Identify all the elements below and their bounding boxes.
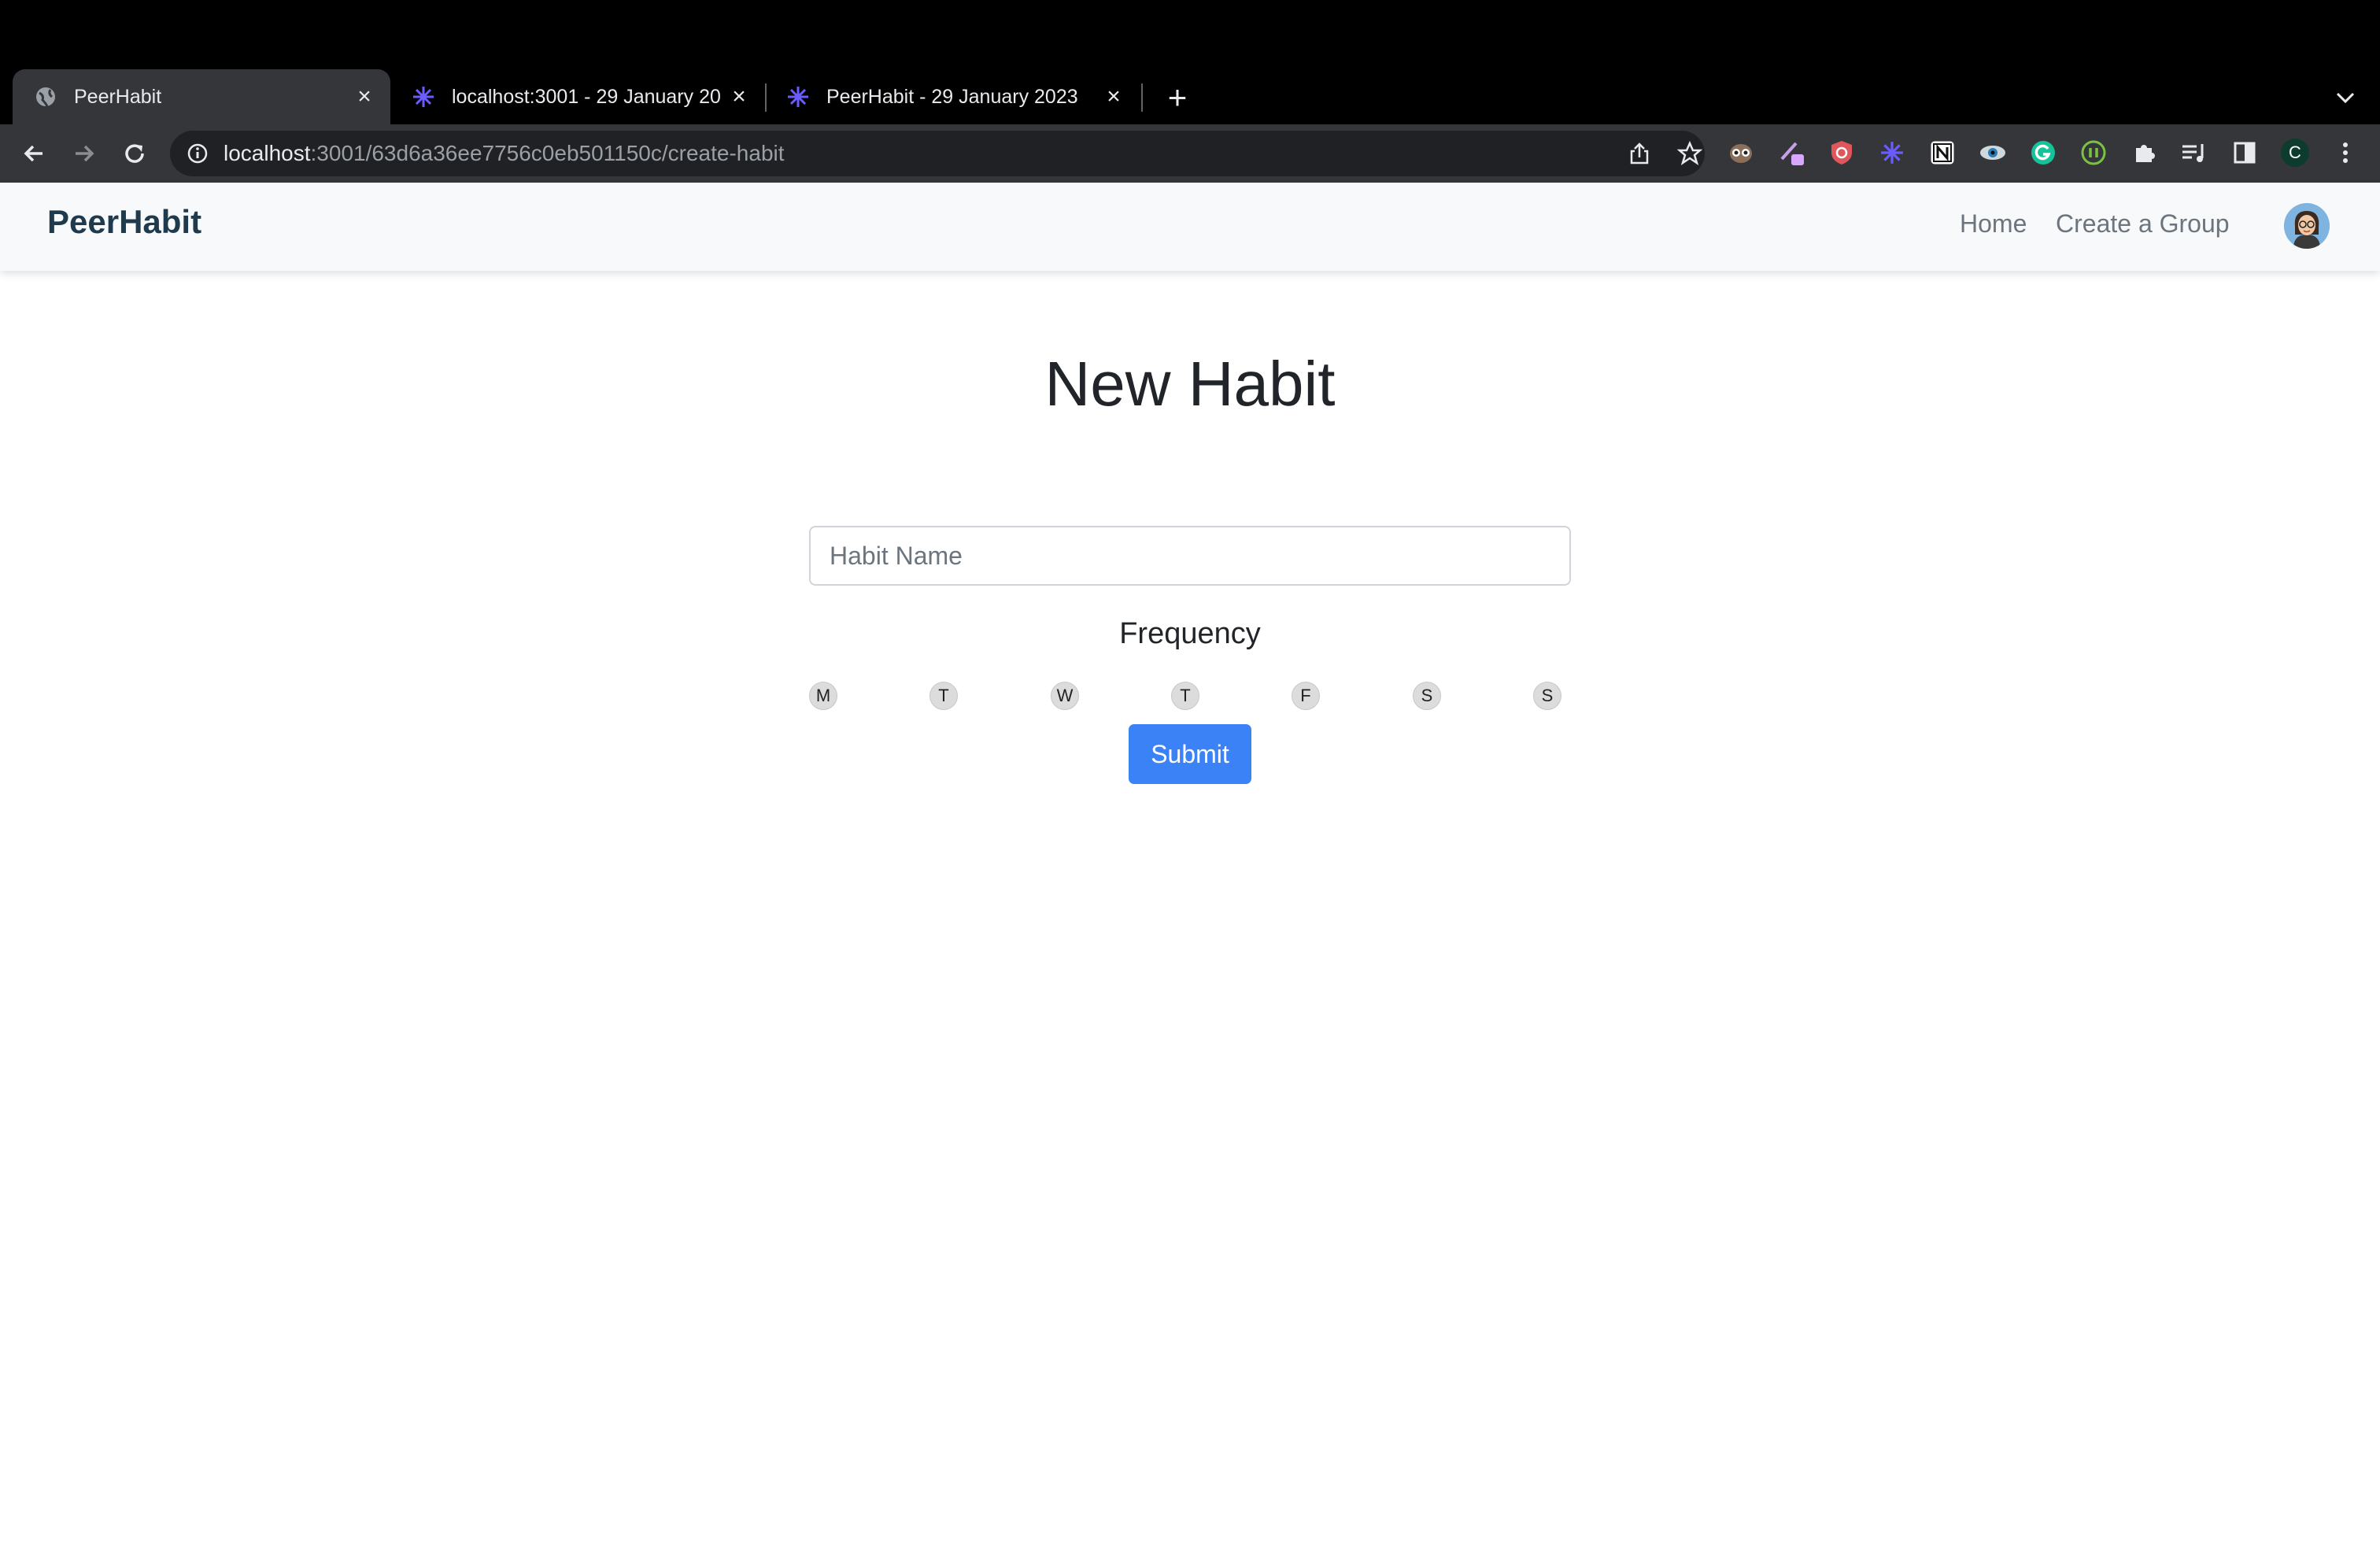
- tab-peerhabit-date[interactable]: PeerHabit - 29 January 2023 ×: [778, 69, 1140, 124]
- user-avatar[interactable]: [2284, 203, 2330, 249]
- tab-peerhabit[interactable]: PeerHabit ×: [13, 69, 390, 124]
- tab-title: PeerHabit - 29 January 2023: [826, 85, 1078, 108]
- close-tab-icon[interactable]: ×: [1102, 83, 1125, 109]
- day-toggle-saturday[interactable]: S: [1413, 682, 1441, 710]
- day-toggle-monday[interactable]: M: [809, 682, 837, 710]
- profile-initial: C: [2289, 142, 2301, 162]
- tab-separator: [765, 83, 767, 112]
- habit-name-input[interactable]: [809, 526, 1571, 586]
- page-title: New Habit: [1044, 349, 1336, 419]
- day-toggle-tuesday[interactable]: T: [929, 682, 958, 710]
- submit-button[interactable]: Submit: [1129, 724, 1251, 784]
- grammarly-icon[interactable]: [2027, 137, 2059, 168]
- kebab-menu-icon[interactable]: [2330, 137, 2361, 168]
- extension-pause-icon[interactable]: [2078, 137, 2109, 168]
- notion-icon[interactable]: [1927, 137, 1958, 168]
- nav-link-create-group[interactable]: Create a Group: [2056, 209, 2230, 239]
- profile-avatar[interactable]: C: [2279, 137, 2311, 168]
- address-bar[interactable]: localhost:3001/63d6a36ee7756c0eb501150c/…: [170, 131, 1705, 176]
- share-icon[interactable]: [1626, 140, 1653, 167]
- sparkle-icon: [411, 84, 436, 109]
- frequency-day-selector: M T W T F S S: [809, 682, 1571, 712]
- tab-title: localhost:3001 - 29 January 20: [452, 85, 721, 108]
- extension-owl-icon[interactable]: [1725, 137, 1757, 168]
- app-navbar: PeerHabit Home Create a Group: [0, 183, 2380, 271]
- nav-link-home[interactable]: Home: [1960, 209, 2027, 239]
- globe-icon: [33, 84, 58, 109]
- url-path: :3001/63d6a36ee7756c0eb501150c/create-ha…: [310, 141, 785, 165]
- close-tab-icon[interactable]: ×: [353, 83, 376, 109]
- tab-title: PeerHabit: [74, 85, 162, 108]
- bookmark-star-icon[interactable]: [1676, 140, 1703, 167]
- reading-list-icon[interactable]: [2179, 137, 2210, 168]
- sparkle-icon: [785, 84, 811, 109]
- forward-arrow-icon[interactable]: [68, 137, 101, 170]
- puzzle-icon[interactable]: [2128, 137, 2160, 168]
- new-tab-icon[interactable]: +: [1162, 79, 1193, 116]
- day-toggle-thursday[interactable]: T: [1171, 682, 1199, 710]
- back-arrow-icon[interactable]: [17, 137, 50, 170]
- chevron-down-icon[interactable]: [2331, 83, 2360, 112]
- brand-logo[interactable]: PeerHabit: [47, 203, 201, 241]
- close-tab-icon[interactable]: ×: [727, 83, 751, 109]
- extension-pen-icon[interactable]: [1776, 137, 1807, 168]
- day-toggle-friday[interactable]: F: [1292, 682, 1320, 710]
- browser-chrome: PeerHabit × localhost:3001 - 29 January …: [0, 0, 2380, 183]
- day-toggle-wednesday[interactable]: W: [1051, 682, 1079, 710]
- frequency-label: Frequency: [1119, 617, 1261, 650]
- url-text: localhost:3001/63d6a36ee7756c0eb501150c/…: [224, 141, 785, 166]
- reload-icon[interactable]: [118, 137, 151, 170]
- tab-localhost[interactable]: localhost:3001 - 29 January 20 ×: [403, 69, 765, 124]
- info-icon[interactable]: [186, 142, 209, 165]
- url-host: localhost: [224, 141, 311, 165]
- extension-eye-icon[interactable]: [1977, 137, 2009, 168]
- side-panel-icon[interactable]: [2229, 137, 2260, 168]
- extension-shield-icon[interactable]: [1826, 137, 1857, 168]
- tab-separator: [1141, 83, 1143, 112]
- page-content: PeerHabit Home Create a Group New Habit …: [0, 183, 2380, 1546]
- day-toggle-sunday[interactable]: S: [1533, 682, 1561, 710]
- extension-sparkle-icon[interactable]: [1876, 137, 1908, 168]
- browser-toolbar: localhost:3001/63d6a36ee7756c0eb501150c/…: [0, 124, 2380, 183]
